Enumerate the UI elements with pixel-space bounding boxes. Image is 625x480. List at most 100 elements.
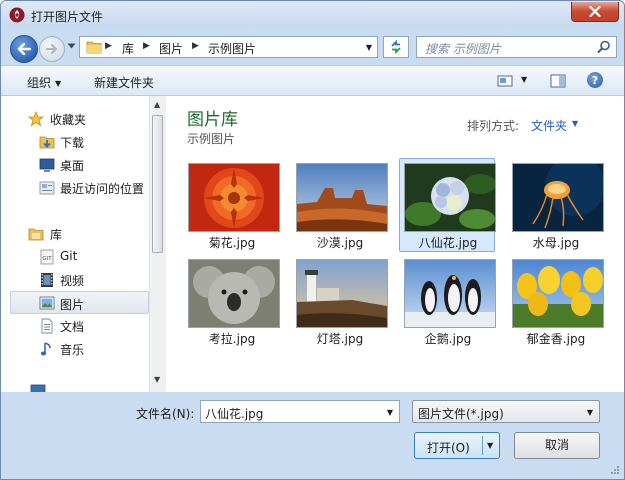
- file-thumbnail: [404, 163, 496, 232]
- file-thumbnail: [188, 259, 280, 328]
- open-button-label: 打开(O): [427, 441, 470, 455]
- search-icon: [597, 40, 610, 53]
- new-folder-button[interactable]: 新建文件夹: [94, 74, 154, 91]
- refresh-button[interactable]: [383, 36, 409, 58]
- sidebar-item-label: 收藏夹: [50, 113, 87, 127]
- resize-grip-icon[interactable]: [610, 465, 620, 475]
- preview-pane-icon[interactable]: [550, 74, 566, 88]
- navigation-pane[interactable]: 收藏夹 下载 桌面 最近访问的位置 库 GIT Git 视频 图片 文档 音乐: [1, 96, 149, 392]
- sidebar-item-desktop[interactable]: 桌面: [1, 154, 147, 175]
- filename-value: 八仙花.jpg: [205, 407, 264, 421]
- sidebar-item-pictures[interactable]: 图片: [10, 291, 149, 314]
- view-mode-icon[interactable]: [497, 74, 513, 88]
- sidebar-item-documents[interactable]: 文档: [1, 315, 147, 336]
- file-thumbnail: [404, 259, 496, 328]
- file-thumbnail: [512, 163, 604, 232]
- address-bar[interactable]: ▶ 库 ▶ 图片 ▶ 示例图片 ▼: [79, 36, 378, 58]
- sidebar-item-videos[interactable]: 视频: [1, 269, 147, 290]
- cancel-button[interactable]: 取消: [514, 432, 600, 459]
- computer-icon: [30, 384, 46, 392]
- file-tile[interactable]: 水母.jpg: [508, 158, 604, 252]
- help-icon[interactable]: ?: [587, 72, 603, 88]
- sidebar-item-libraries[interactable]: 库: [1, 223, 147, 244]
- file-name: 考拉.jpg: [208, 332, 256, 346]
- chevron-down-icon: ▼: [55, 79, 62, 88]
- arrange-by-label: 排列方式:: [467, 119, 520, 133]
- chevron-down-icon[interactable]: ▼: [572, 119, 578, 128]
- file-thumbnail: [188, 163, 280, 232]
- breadcrumb-pictures[interactable]: 图片: [159, 40, 183, 57]
- file-name: 八仙花.jpg: [418, 236, 478, 250]
- organize-menu[interactable]: 组织 ▼: [27, 74, 61, 91]
- command-toolbar: 组织 ▼ 新建文件夹 ▼ ?: [1, 65, 624, 96]
- history-dropdown-icon[interactable]: [67, 43, 76, 49]
- sidebar-item-computer[interactable]: [1, 380, 147, 392]
- file-name: 郁金香.jpg: [526, 332, 586, 346]
- git-icon: GIT: [40, 249, 54, 265]
- file-tile[interactable]: 郁金香.jpg: [508, 254, 604, 348]
- sidebar-item-favorites[interactable]: 收藏夹: [1, 108, 147, 129]
- title-bar[interactable]: 打开图片文件: [1, 1, 624, 29]
- breadcrumb-library[interactable]: 库: [122, 40, 134, 57]
- navigation-bar: ▶ 库 ▶ 图片 ▶ 示例图片 ▼ 搜索 示例图片: [1, 29, 624, 65]
- filename-label: 文件名(N):: [136, 407, 195, 421]
- back-arrow-icon: [17, 43, 31, 55]
- file-name: 水母.jpg: [532, 236, 580, 250]
- open-options-dropdown-icon[interactable]: ▼: [487, 441, 493, 450]
- search-input[interactable]: 搜索 示例图片: [416, 36, 617, 58]
- file-tile-selected[interactable]: 八仙花.jpg: [399, 158, 496, 252]
- forward-button[interactable]: [39, 36, 65, 62]
- file-name: 沙漠.jpg: [316, 236, 364, 250]
- sidebar-item-downloads[interactable]: 下载: [1, 131, 147, 152]
- open-button[interactable]: 打开(O) ▼: [414, 432, 500, 459]
- sidebar-item-recent-places[interactable]: 最近访问的位置: [1, 177, 147, 198]
- file-name: 企鹅.jpg: [424, 332, 472, 346]
- recent-places-icon: [39, 181, 55, 195]
- library-subtitle: 示例图片: [187, 132, 236, 146]
- view-dropdown-icon[interactable]: ▼: [521, 75, 527, 84]
- sidebar-item-label: 音乐: [60, 343, 85, 357]
- scroll-thumb[interactable]: [152, 115, 163, 253]
- address-dropdown-icon[interactable]: ▼: [366, 43, 372, 52]
- file-tile[interactable]: 灯塔.jpg: [292, 254, 388, 348]
- file-thumbnail: [296, 163, 388, 232]
- window-title: 打开图片文件: [31, 10, 104, 24]
- breadcrumb-separator[interactable]: ▶: [143, 41, 150, 51]
- file-thumbnail: [296, 259, 388, 328]
- file-tile[interactable]: 考拉.jpg: [184, 254, 280, 348]
- library-icon: [28, 228, 44, 241]
- refresh-icon: [391, 40, 401, 54]
- library-title: 图片库: [187, 110, 238, 130]
- breadcrumb-separator[interactable]: ▶: [105, 41, 112, 51]
- star-icon: [28, 111, 44, 127]
- scroll-up-icon[interactable]: ▲: [154, 100, 160, 109]
- filetype-select[interactable]: 图片文件(*.jpg) ▼: [412, 400, 600, 423]
- close-button[interactable]: [571, 2, 619, 22]
- sidebar-item-music[interactable]: 音乐: [1, 338, 147, 359]
- chevron-down-icon[interactable]: ▼: [387, 408, 393, 417]
- file-name: 灯塔.jpg: [316, 332, 364, 346]
- forward-arrow-icon: [46, 44, 57, 54]
- breadcrumb-sample-pictures[interactable]: 示例图片: [208, 40, 256, 57]
- music-icon: [40, 342, 51, 356]
- sidebar-item-label: 桌面: [60, 159, 85, 173]
- breadcrumb-separator[interactable]: ▶: [192, 41, 199, 51]
- sidebar-item-git[interactable]: GIT Git: [1, 246, 147, 267]
- pictures-icon: [39, 296, 55, 310]
- video-icon: [41, 273, 53, 287]
- scroll-down-icon[interactable]: ▼: [154, 375, 160, 384]
- sidebar-scrollbar[interactable]: ▲ ▼: [149, 96, 166, 392]
- back-button[interactable]: [10, 35, 38, 63]
- filename-field[interactable]: 八仙花.jpg ▼: [200, 400, 400, 423]
- file-tile[interactable]: 企鹅.jpg: [400, 254, 496, 348]
- file-tile[interactable]: 菊花.jpg: [184, 158, 280, 252]
- sidebar-item-label: 库: [50, 228, 63, 242]
- arrange-by-dropdown[interactable]: 文件夹: [531, 117, 567, 134]
- desktop-icon: [39, 158, 55, 172]
- app-icon: [9, 7, 25, 23]
- sidebar-item-label: 最近访问的位置: [60, 182, 145, 196]
- file-name: 菊花.jpg: [208, 236, 256, 250]
- file-tile[interactable]: 沙漠.jpg: [292, 158, 388, 252]
- close-icon: [589, 6, 601, 17]
- open-file-dialog: 打开图片文件 ▶ 库 ▶ 图片 ▶ 示例图片 ▼ 搜索 示例图片 组织 ▼ 新建…: [0, 0, 625, 480]
